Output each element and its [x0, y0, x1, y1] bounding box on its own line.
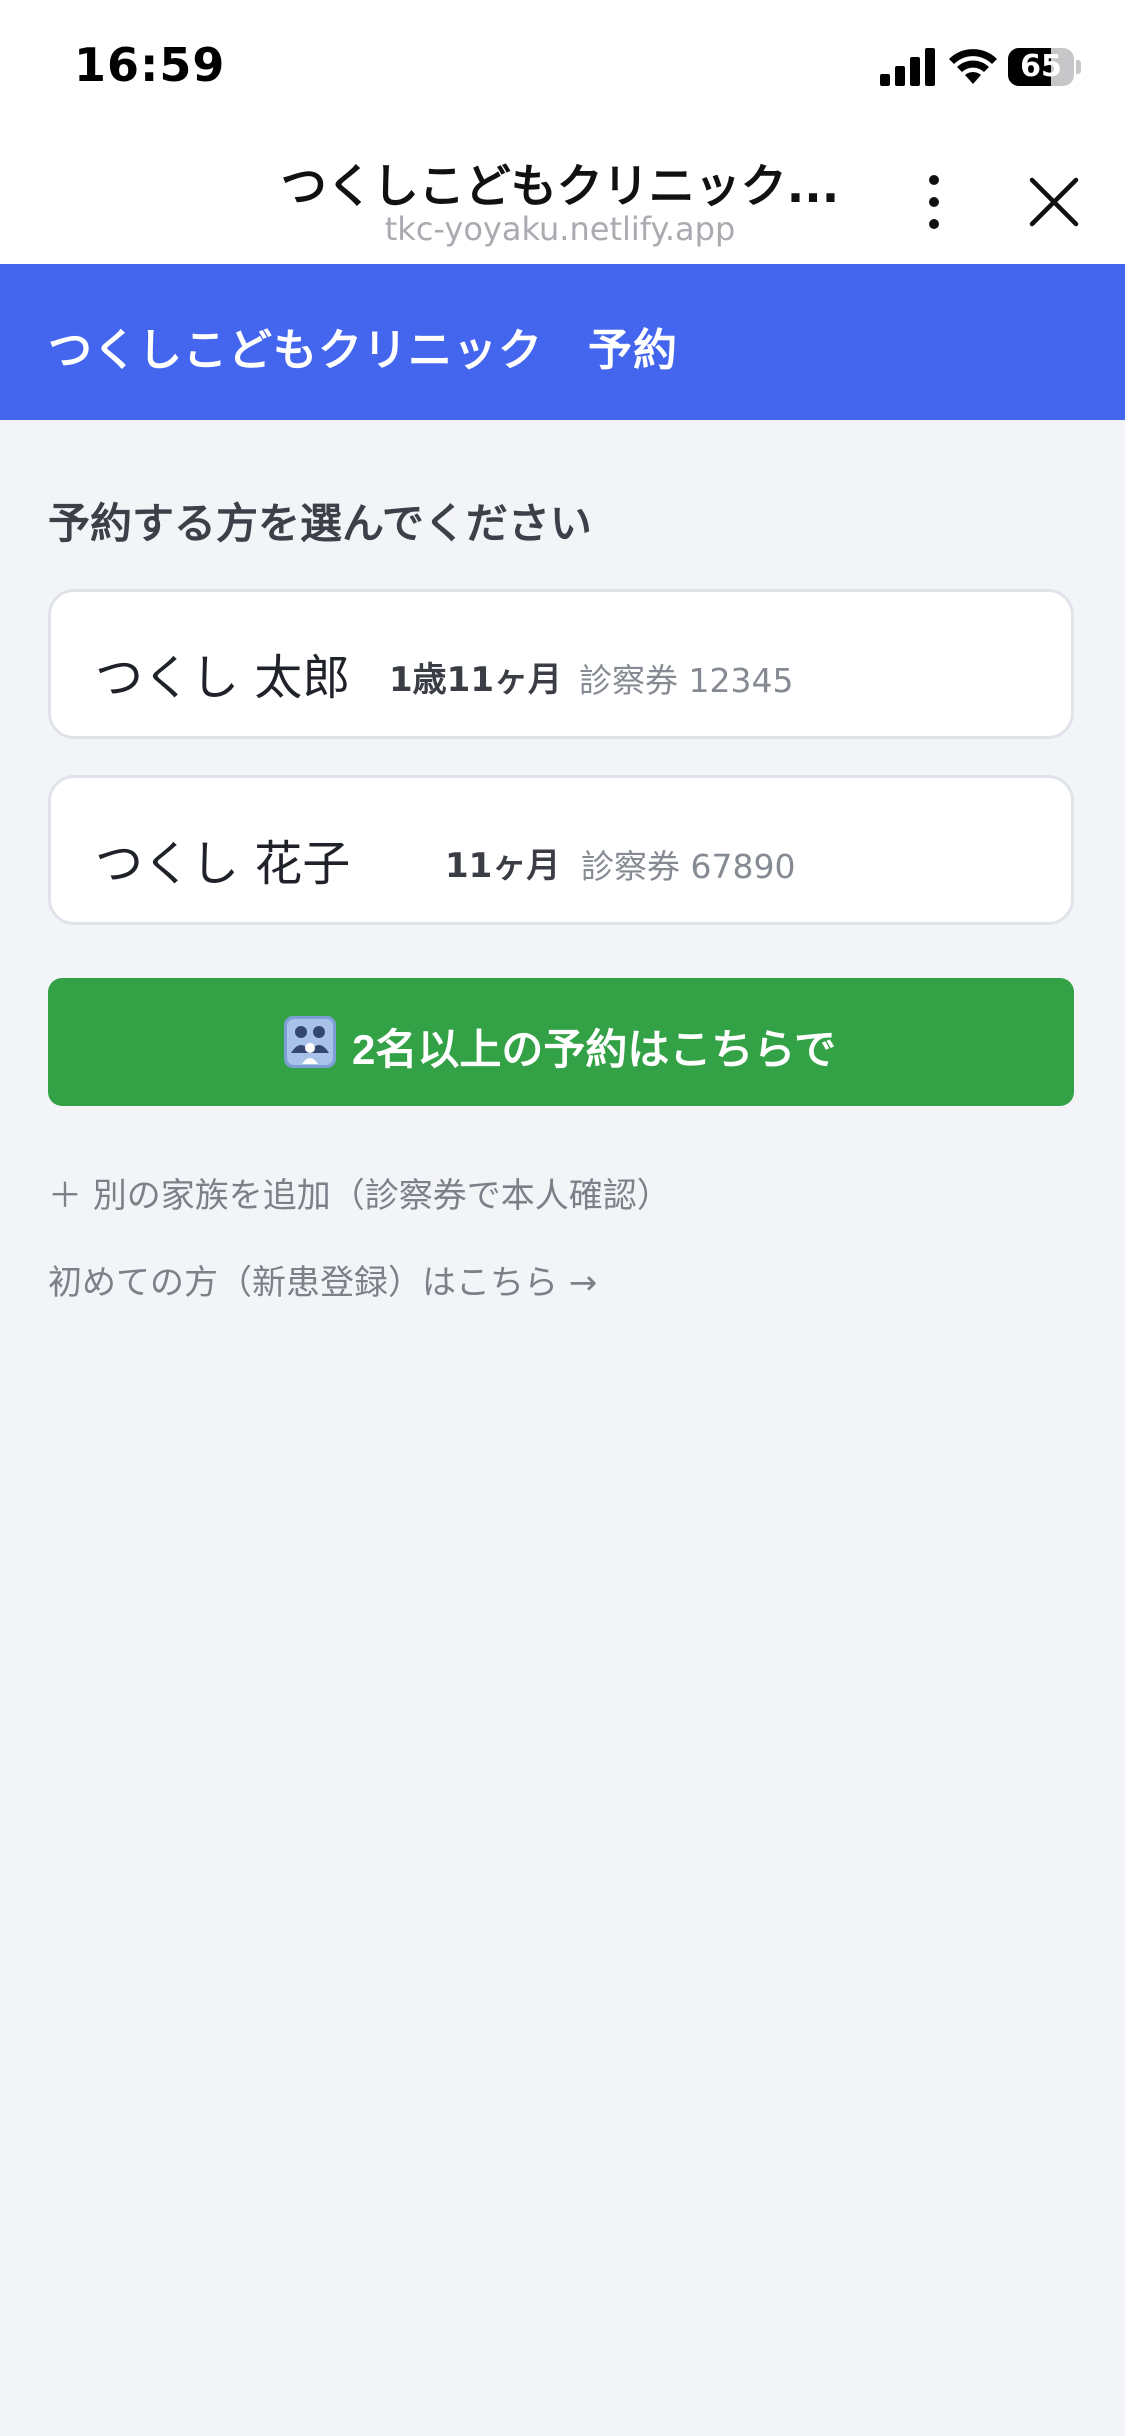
- battery-percentage: 65: [1020, 49, 1062, 84]
- patient-card[interactable]: つくし 花子 11ヶ月 診察券 67890: [48, 775, 1074, 925]
- app-title: つくしこどもクリニック 予約: [48, 325, 678, 376]
- patient-name: つくし 花子: [95, 836, 351, 892]
- cellular-signal-icon: [880, 48, 935, 86]
- multi-booking-label: 2名以上の予約はこちらで: [352, 1026, 837, 1073]
- more-vertical-icon[interactable]: [912, 172, 956, 232]
- status-time: 16:59: [74, 38, 226, 92]
- browser-page-title: つくしこどもクリニック...: [280, 159, 840, 213]
- status-bar: 16:59 65: [0, 0, 1125, 132]
- app-header: つくしこどもクリニック 予約: [0, 264, 1125, 420]
- patient-age: 1歳11ヶ月: [389, 660, 562, 700]
- family-icon: [284, 1016, 336, 1068]
- new-patient-link[interactable]: 初めての方（新患登録）はこちら →: [48, 1255, 597, 1304]
- close-icon[interactable]: [1026, 174, 1082, 230]
- patient-card[interactable]: つくし 太郎 1歳11ヶ月 診察券 12345: [48, 589, 1074, 739]
- patient-age: 11ヶ月: [445, 846, 561, 886]
- patient-ticket-number: 診察券 67890: [581, 847, 796, 886]
- add-family-link[interactable]: ＋ 別の家族を追加（診察券で本人確認）: [48, 1168, 671, 1217]
- multi-booking-button[interactable]: 2名以上の予約はこちらで: [48, 978, 1074, 1106]
- patient-ticket-number: 診察券 12345: [579, 661, 794, 700]
- battery-icon: 65: [1008, 48, 1082, 86]
- section-heading: 予約する方を選んでください: [48, 499, 592, 548]
- browser-url: tkc-yoyaku.netlify.app: [384, 210, 736, 248]
- browser-header: つくしこどもクリニック... tkc-yoyaku.netlify.app: [0, 132, 1125, 264]
- wifi-icon: [949, 49, 997, 84]
- patient-name: つくし 太郎: [95, 650, 351, 706]
